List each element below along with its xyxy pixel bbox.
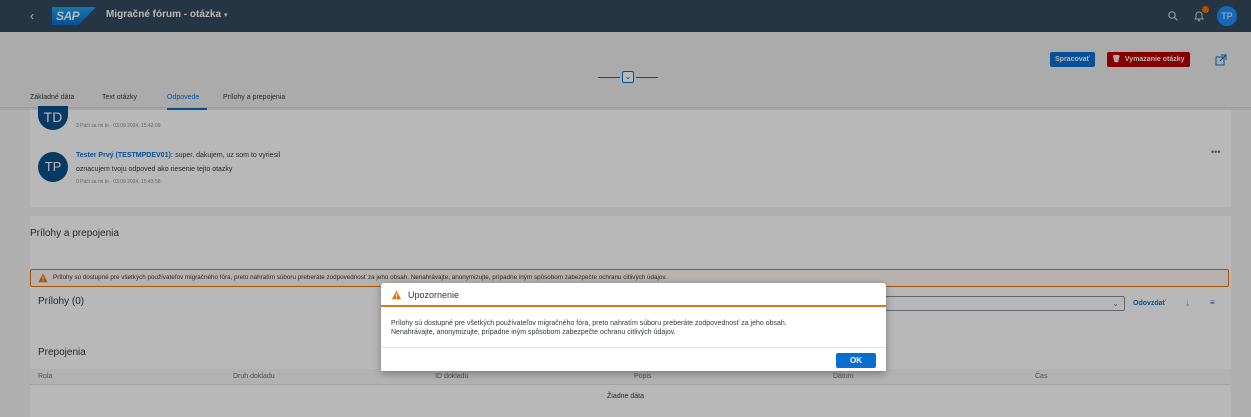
warning-dialog: Upozornenie Prílohy sú dostupné pre všet… [381, 283, 886, 371]
dialog-title: Upozornenie [408, 290, 460, 300]
dialog-message: Prílohy sú dostupné pre všetkých používa… [391, 319, 881, 337]
ok-button[interactable]: OK [836, 353, 876, 368]
dialog-header: Upozornenie [381, 283, 886, 307]
dialog-message-line1: Prílohy sú dostupné pre všetkých používa… [391, 320, 787, 327]
dialog-message-line2: Nenahrávajte, anonymizujte, prípadne iný… [391, 329, 676, 336]
warning-icon [391, 290, 402, 300]
dialog-footer [381, 347, 886, 371]
